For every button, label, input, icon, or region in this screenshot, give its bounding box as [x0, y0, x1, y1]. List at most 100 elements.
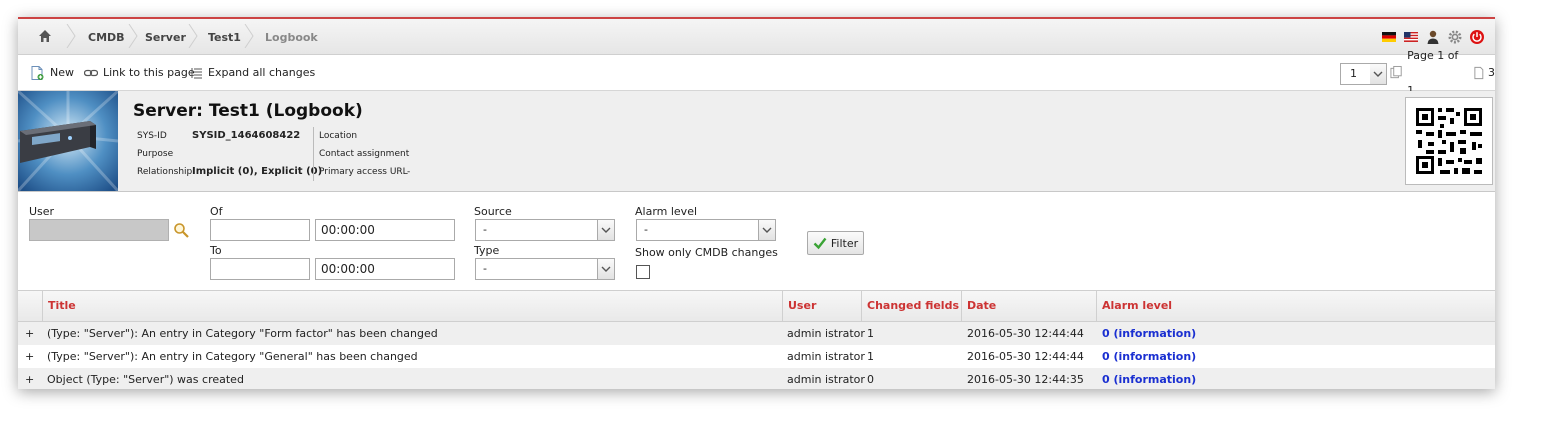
- user-filter-label: User: [29, 205, 55, 218]
- purpose-label: Purpose: [137, 149, 174, 159]
- alarm-level-select-arrow: [758, 220, 775, 240]
- cmdb-only-checkbox[interactable]: [636, 265, 650, 279]
- alarm-level-select[interactable]: -: [636, 219, 776, 241]
- type-select[interactable]: -: [475, 258, 615, 280]
- column-header-date[interactable]: Date: [961, 291, 1097, 321]
- expand-all-changes-button[interactable]: Expand all changes: [191, 55, 315, 90]
- page-select-arrow[interactable]: [1370, 63, 1387, 85]
- row-changed-fields: 1: [867, 350, 874, 363]
- breadcrumb-server[interactable]: Server: [145, 19, 186, 54]
- table-header: Title User Changed fields Date Alarm lev…: [18, 291, 1495, 322]
- column-header-alarm-level[interactable]: Alarm level: [1096, 291, 1495, 321]
- row-alarm-level: 0 (information): [1102, 327, 1197, 340]
- expand-toggle[interactable]: +: [20, 345, 40, 368]
- row-user: admin istrator: [787, 350, 865, 363]
- expand-toggle[interactable]: +: [20, 322, 40, 345]
- row-title: (Type: "Server"): An entry in Category "…: [47, 327, 438, 340]
- chevron-down-icon: [601, 227, 611, 233]
- relationship-value: Implicit (0), Explicit (0): [192, 166, 323, 177]
- sysid-value: SYSID_1464608422: [192, 130, 301, 141]
- breadcrumb-separator: [244, 24, 254, 48]
- row-user: admin istrator: [787, 327, 865, 340]
- link-label: Link to this page: [103, 66, 195, 79]
- row-changed-fields: 1: [867, 327, 874, 340]
- chevron-down-icon: [1373, 71, 1383, 77]
- pages-icon: [1390, 65, 1402, 78]
- source-select[interactable]: -: [475, 219, 615, 241]
- row-alarm-level: 0 (information): [1102, 373, 1197, 386]
- object-header: Server: Test1 (Logbook) SYS-ID SYSID_146…: [18, 91, 1495, 192]
- page-select[interactable]: 1: [1340, 63, 1372, 85]
- new-document-icon: [31, 65, 44, 80]
- primary-url-value: -: [407, 167, 411, 177]
- column-header-title[interactable]: Title: [42, 291, 783, 321]
- link-to-page-button[interactable]: Link to this page: [84, 55, 195, 90]
- server-image: [18, 91, 118, 191]
- table-row[interactable]: + (Type: "Server"): An entry in Category…: [18, 322, 1495, 345]
- expand-toggle[interactable]: +: [20, 368, 40, 389]
- location-label: Location: [319, 131, 358, 141]
- breadcrumb-cmdb[interactable]: CMDB: [88, 19, 125, 54]
- type-select-value: -: [483, 262, 487, 275]
- attribute-divider: [313, 127, 314, 181]
- sysid-label: SYS-ID: [137, 131, 167, 141]
- column-header-user[interactable]: User: [782, 291, 862, 321]
- chevron-down-icon: [601, 266, 611, 272]
- breadcrumb: CMDB Server Test1 Logbook: [18, 19, 1495, 55]
- of-time-input[interactable]: 00:00:00: [315, 219, 455, 241]
- row-user: admin istrator: [787, 373, 865, 386]
- row-alarm-level: 0 (information): [1102, 350, 1197, 363]
- new-label: New: [50, 66, 74, 79]
- search-icon[interactable]: [173, 222, 189, 238]
- primary-url-label: Primary access URL: [319, 167, 408, 177]
- breadcrumb-logbook: Logbook: [265, 31, 318, 44]
- relationship-label: Relationship: [137, 167, 193, 177]
- link-icon: [84, 69, 98, 76]
- document-icon: [1474, 66, 1484, 79]
- chevron-down-icon: [762, 227, 772, 233]
- source-label: Source: [474, 205, 512, 218]
- to-time-input[interactable]: 00:00:00: [315, 258, 455, 280]
- filter-button[interactable]: Filter: [807, 231, 864, 255]
- alarm-level-label: Alarm level: [635, 205, 698, 218]
- new-button[interactable]: New: [29, 55, 74, 90]
- qr-code-image: [1416, 108, 1482, 174]
- user-filter-input[interactable]: [29, 219, 169, 241]
- of-label: Of: [210, 205, 223, 218]
- column-header-changed-fields[interactable]: Changed fields: [861, 291, 961, 321]
- qr-code[interactable]: [1405, 97, 1493, 185]
- row-date: 2016-05-30 12:44:35: [967, 373, 1084, 386]
- breadcrumb-test1[interactable]: Test1: [208, 19, 241, 54]
- of-date-input[interactable]: [210, 219, 310, 241]
- cmdb-only-label: Show only CMDB changes: [635, 246, 778, 259]
- to-label: To: [210, 244, 222, 257]
- type-select-arrow: [597, 259, 614, 279]
- table-row[interactable]: + (Type: "Server"): An entry in Category…: [18, 345, 1495, 368]
- row-changed-fields: 0: [867, 373, 874, 386]
- source-select-value: -: [483, 223, 487, 236]
- row-title: Object (Type: "Server") was created: [47, 373, 244, 386]
- breadcrumb-separator: [66, 24, 76, 48]
- row-title: (Type: "Server"): An entry in Category "…: [47, 350, 418, 363]
- german-flag-icon[interactable]: [1381, 29, 1397, 45]
- table-row[interactable]: + Object (Type: "Server") was created ad…: [18, 368, 1495, 389]
- breadcrumb-separator: [128, 24, 138, 48]
- row-date: 2016-05-30 12:44:44: [967, 350, 1084, 363]
- object-title: Server: Test1 (Logbook): [133, 101, 363, 121]
- page-count: 3: [1488, 66, 1495, 79]
- alarm-level-select-value: -: [644, 223, 648, 236]
- logout-icon[interactable]: [1469, 29, 1485, 45]
- row-date: 2016-05-30 12:44:44: [967, 327, 1084, 340]
- app-window: CMDB Server Test1 Logbook New Link to th…: [18, 17, 1495, 389]
- type-label: Type: [474, 244, 500, 257]
- expand-label: Expand all changes: [208, 66, 316, 79]
- to-date-input[interactable]: [210, 258, 310, 280]
- filter-button-label: Filter: [830, 236, 859, 250]
- list-icon: [191, 67, 202, 78]
- checkmark-icon: [813, 237, 827, 250]
- toolbar: New Link to this page Expand all changes…: [18, 49, 1495, 97]
- contact-assignment-label: Contact assignment: [319, 149, 410, 159]
- home-icon[interactable]: [38, 29, 52, 43]
- breadcrumb-separator: [188, 24, 198, 48]
- pager-info: Page 1 of 1 3: [1390, 49, 1495, 97]
